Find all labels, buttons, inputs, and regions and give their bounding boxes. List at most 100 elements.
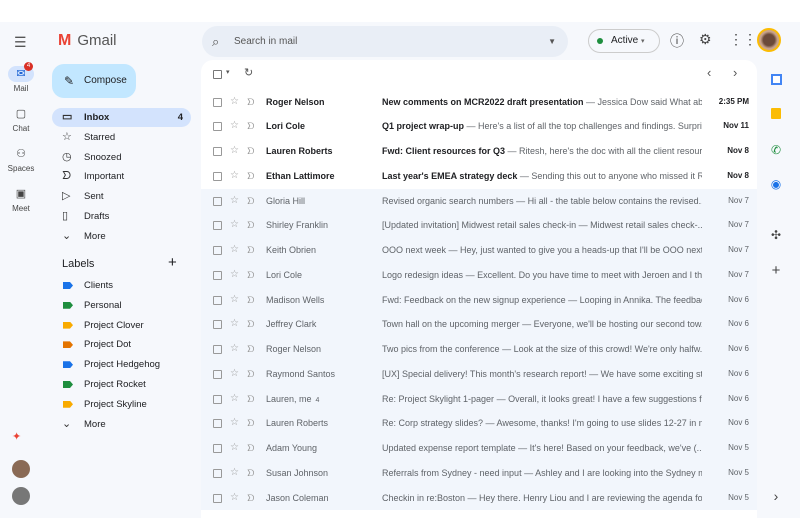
important-icon[interactable]: ᗤ xyxy=(247,189,254,214)
star-icon[interactable]: ☆ xyxy=(230,387,239,412)
expand-side-panel-icon[interactable]: › xyxy=(762,488,790,504)
important-icon[interactable]: ᗤ xyxy=(247,461,254,486)
keep-icon[interactable] xyxy=(762,108,790,122)
email-row[interactable]: ☆ ᗤ Madison Wells Fwd: Feedback on the new … xyxy=(201,287,757,313)
gmail-logo[interactable]: M Gmail xyxy=(58,32,117,50)
star-icon[interactable]: ☆ xyxy=(230,436,239,461)
select-all-checkbox[interactable] xyxy=(213,70,222,79)
label-clients[interactable]: Clients xyxy=(52,276,191,295)
add-label-icon[interactable]: + xyxy=(168,254,177,271)
important-icon[interactable]: ᗤ xyxy=(247,114,254,139)
phone-icon[interactable]: ✆ xyxy=(762,143,790,157)
row-checkbox[interactable] xyxy=(213,468,222,478)
star-icon[interactable]: ☆ xyxy=(230,263,239,288)
labels-more[interactable]: ⌄ More xyxy=(52,415,191,434)
star-icon[interactable]: ☆ xyxy=(230,213,239,238)
label-personal[interactable]: Personal xyxy=(52,296,191,315)
important-icon[interactable]: ᗤ xyxy=(247,411,254,436)
email-row[interactable]: ☆ ᗤ Keith Obrien OOO next week — Hey, just … xyxy=(201,238,757,263)
email-row[interactable]: ☆ ᗤ Lori Cole Q1 project wrap-up — Here's a… xyxy=(201,114,757,139)
important-icon[interactable]: ᗤ xyxy=(247,90,254,115)
refresh-icon[interactable]: ↻ xyxy=(244,66,253,79)
important-icon[interactable]: ᗤ xyxy=(247,362,254,387)
row-checkbox[interactable] xyxy=(213,369,222,379)
sidebar-item-snoozed[interactable]: ◷ Snoozed xyxy=(52,148,191,167)
email-row[interactable]: ☆ ᗤ Ethan Lattimore Last year's EMEA strate… xyxy=(201,164,757,189)
label-project-clover[interactable]: Project Clover xyxy=(52,316,191,335)
settings-icon[interactable]: ⚙ xyxy=(699,31,712,48)
row-checkbox[interactable] xyxy=(213,97,222,107)
row-checkbox[interactable] xyxy=(213,147,222,156)
next-page-icon[interactable]: › xyxy=(733,65,737,80)
email-row[interactable]: ☆ ᗤ Jason Coleman Checkin in re:Boston — He… xyxy=(201,485,757,511)
add-addon-icon[interactable]: + xyxy=(762,262,790,279)
row-checkbox[interactable] xyxy=(213,221,222,231)
important-icon[interactable]: ᗤ xyxy=(247,288,254,313)
email-row[interactable]: ☆ ᗤ Lauren Roberts Re: Corp strategy slides… xyxy=(201,411,757,436)
star-icon[interactable]: ☆ xyxy=(230,486,239,511)
star-icon[interactable]: ☆ xyxy=(230,288,239,313)
sidebar-item-drafts[interactable]: ▯ Drafts xyxy=(52,207,191,226)
important-icon[interactable]: ᗤ xyxy=(247,387,254,412)
avatar[interactable] xyxy=(757,28,781,52)
label-project-rocket[interactable]: Project Rocket xyxy=(52,375,191,394)
row-checkbox[interactable] xyxy=(213,246,222,255)
email-row[interactable]: ☆ ᗤ Lauren Roberts Fwd: Client resources fo… xyxy=(201,139,757,164)
row-checkbox[interactable] xyxy=(213,493,222,503)
label-project-dot[interactable]: Project Dot xyxy=(52,335,191,354)
avatar[interactable] xyxy=(12,487,30,505)
important-icon[interactable]: ᗤ xyxy=(247,238,254,263)
email-row[interactable]: ☆ ᗤ Gloria Hill Revised organic search numb… xyxy=(201,188,757,214)
row-checkbox[interactable] xyxy=(213,295,222,305)
sidebar-item-inbox[interactable]: ▭ Inbox 4 xyxy=(52,108,191,127)
star-icon[interactable]: ☆ xyxy=(230,164,239,189)
star-icon[interactable]: ☆ xyxy=(230,114,239,139)
label-project-skyline[interactable]: Project Skyline xyxy=(52,395,191,414)
emoji-status-icon[interactable]: ✦ xyxy=(12,430,21,443)
email-row[interactable]: ☆ ᗤ Roger Nelson Two pics from the conferen… xyxy=(201,337,757,362)
row-checkbox[interactable] xyxy=(213,419,222,429)
email-row[interactable]: ☆ ᗤ Shirley Franklin [Updated invitation] M… xyxy=(201,213,757,238)
addons-icon[interactable]: ✣ xyxy=(762,228,790,242)
important-icon[interactable]: ᗤ xyxy=(247,337,254,362)
sidebar-item-more[interactable]: ⌄ More xyxy=(52,227,191,246)
sidebar-item-starred[interactable]: ☆ Starred xyxy=(52,128,191,147)
rail-item-chat[interactable]: ▢ Chat xyxy=(0,106,42,133)
star-icon[interactable]: ☆ xyxy=(230,312,239,337)
star-icon[interactable]: ☆ xyxy=(230,411,239,436)
email-row[interactable]: ☆ ᗤ Lauren, me 4 Re: Project Skylight 1-page… xyxy=(201,386,757,412)
row-checkbox[interactable] xyxy=(213,444,222,453)
email-row[interactable]: ☆ ᗤ Susan Johnson Referrals from Sydney - n… xyxy=(201,460,757,486)
row-checkbox[interactable] xyxy=(213,394,222,404)
important-icon[interactable]: ᗤ xyxy=(247,486,254,511)
important-icon[interactable]: ᗤ xyxy=(247,164,254,189)
row-checkbox[interactable] xyxy=(213,320,222,330)
email-row[interactable]: ☆ ᗤ Roger Nelson New comments on MCR2022 dr… xyxy=(201,90,757,115)
rail-item-meet[interactable]: ▣ Meet xyxy=(0,186,42,213)
sidebar-item-sent[interactable]: ▷ Sent xyxy=(52,187,191,206)
important-icon[interactable]: ᗤ xyxy=(247,436,254,461)
tasks-icon[interactable]: ◉ xyxy=(762,177,790,191)
rail-item-spaces[interactable]: ⚇ Spaces xyxy=(0,146,42,173)
compose-button[interactable]: ✎ Compose xyxy=(52,64,136,98)
important-icon[interactable]: ᗤ xyxy=(247,263,254,288)
star-icon[interactable]: ☆ xyxy=(230,238,239,263)
star-icon[interactable]: ☆ xyxy=(230,139,239,164)
important-icon[interactable]: ᗤ xyxy=(247,312,254,337)
apps-grid-icon[interactable]: ⋮⋮ xyxy=(729,31,757,48)
star-icon[interactable]: ☆ xyxy=(230,362,239,387)
row-checkbox[interactable] xyxy=(213,171,222,181)
avatar[interactable] xyxy=(12,460,30,478)
search-options-icon[interactable]: ▼ xyxy=(548,26,556,57)
star-icon[interactable]: ☆ xyxy=(230,337,239,362)
row-checkbox[interactable] xyxy=(213,345,222,354)
email-row[interactable]: ☆ ᗤ Lori Cole Logo redesign ideas — Excelle… xyxy=(201,262,757,288)
select-dropdown-icon[interactable]: ▾ xyxy=(226,68,230,76)
status-button[interactable]: Active ▾ xyxy=(588,29,660,53)
sidebar-item-important[interactable]: ᗤ Important xyxy=(52,167,191,186)
star-icon[interactable]: ☆ xyxy=(230,461,239,486)
row-checkbox[interactable] xyxy=(213,196,222,206)
email-row[interactable]: ☆ ᗤ Raymond Santos [UX] Special delivery! T… xyxy=(201,361,757,387)
row-checkbox[interactable] xyxy=(213,122,222,132)
row-checkbox[interactable] xyxy=(213,270,222,280)
